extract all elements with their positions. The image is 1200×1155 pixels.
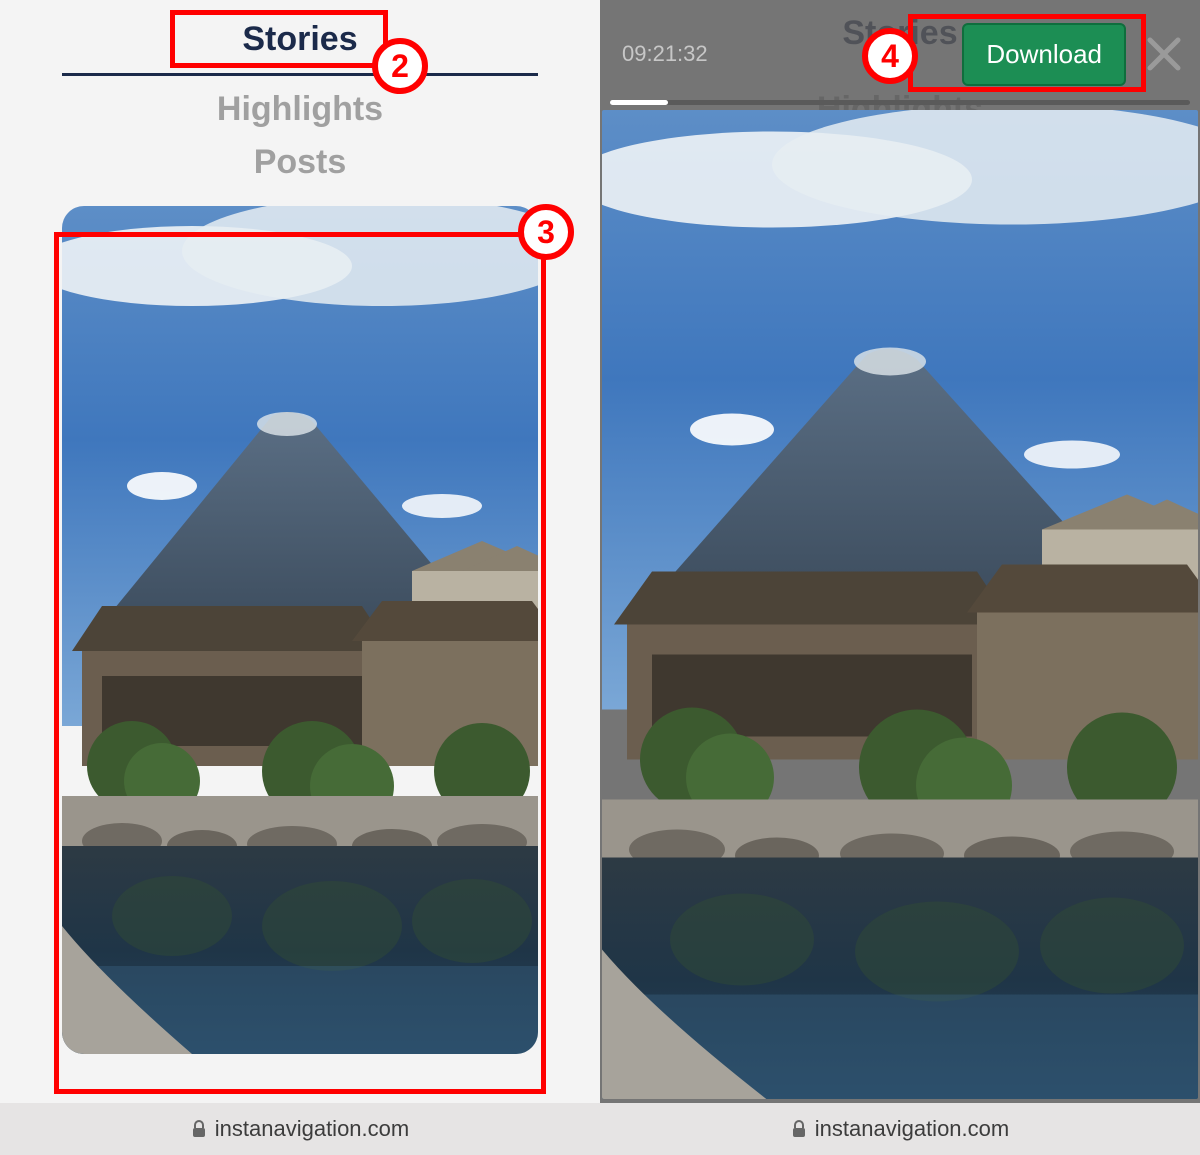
viewer-controls: Download bbox=[962, 23, 1188, 86]
close-button[interactable] bbox=[1140, 30, 1188, 78]
download-button[interactable]: Download bbox=[962, 23, 1126, 86]
close-icon bbox=[1144, 34, 1184, 74]
story-progress-fill bbox=[610, 100, 668, 105]
story-progress-bar[interactable] bbox=[610, 100, 1190, 105]
content-tabs: Stories Highlights Posts bbox=[62, 14, 538, 200]
tab-posts[interactable]: Posts bbox=[62, 135, 538, 200]
story-viewer-header: 09:21:32 Download bbox=[600, 0, 1200, 108]
story-thumbnail[interactable] bbox=[62, 206, 538, 1054]
tab-highlights[interactable]: Highlights bbox=[62, 76, 538, 135]
lock-icon bbox=[791, 1120, 807, 1138]
url-text-left: instanavigation.com bbox=[215, 1116, 409, 1142]
lock-icon bbox=[191, 1120, 207, 1138]
story-timestamp: 09:21:32 bbox=[612, 41, 708, 67]
screenshot-left: Stories Highlights Posts bbox=[0, 0, 600, 1155]
landscape-image bbox=[62, 206, 538, 1054]
screenshot-right: Stories Highlights 09:21:32 Download bbox=[600, 0, 1200, 1155]
tab-stories[interactable]: Stories bbox=[62, 14, 538, 73]
landscape-image-full bbox=[602, 110, 1198, 1099]
browser-url-bar-right: instanavigation.com bbox=[600, 1103, 1200, 1155]
browser-url-bar-left: instanavigation.com bbox=[0, 1103, 600, 1155]
url-text-right: instanavigation.com bbox=[815, 1116, 1009, 1142]
story-full-image[interactable] bbox=[602, 110, 1198, 1099]
